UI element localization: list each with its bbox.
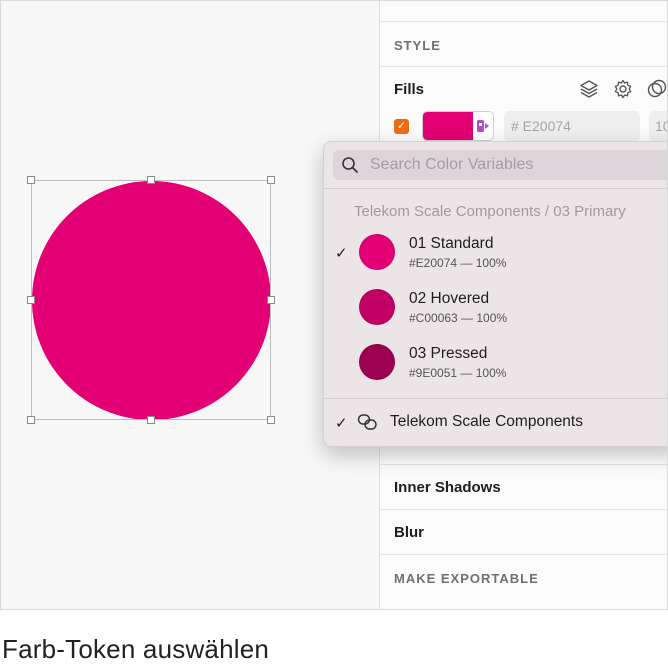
color-variable-icon	[477, 120, 489, 132]
color-swatch	[359, 234, 395, 270]
resize-handle-bottom[interactable]	[147, 416, 155, 424]
link-icon	[357, 414, 377, 430]
blur-title: Blur	[394, 524, 424, 541]
blend-mode-icon[interactable]	[646, 78, 668, 100]
resize-handle-bottom-right[interactable]	[267, 416, 275, 424]
color-swatch	[359, 344, 395, 380]
fills-title: Fills	[394, 81, 425, 98]
variable-meta: #C00063 — 100%	[409, 311, 508, 325]
divider	[380, 509, 667, 510]
divider	[380, 464, 667, 465]
make-exportable-title: MAKE EXPORTABLE	[394, 571, 539, 586]
divider	[324, 188, 667, 189]
fill-color-button[interactable]	[422, 111, 494, 141]
divider	[324, 398, 667, 399]
divider	[380, 21, 667, 22]
variable-name: 02 Hovered	[409, 290, 490, 307]
resize-handle-left[interactable]	[27, 296, 35, 304]
variable-name: 01 Standard	[409, 235, 494, 252]
variable-meta: #E20074 — 100%	[409, 256, 507, 270]
checkmark-icon: ✓	[335, 245, 348, 262]
gear-icon[interactable]	[612, 78, 634, 100]
screenshot-frame: STYLE Fills ✓ # E20074 10 Shadows	[0, 0, 668, 610]
library-item[interactable]: ✓ Telekom Scale Components	[324, 408, 667, 438]
fill-enabled-checkbox[interactable]: ✓	[394, 119, 409, 134]
library-name: Telekom Scale Components	[390, 413, 583, 430]
divider	[380, 554, 667, 555]
color-variable-item[interactable]: 02 Hovered #C00063 — 100%	[324, 281, 667, 333]
inner-shadows-title: Inner Shadows	[394, 479, 501, 496]
fill-hex-field[interactable]: # E20074	[504, 111, 640, 141]
color-variables-popover: Telekom Scale Components / 03 Primary ✓ …	[323, 141, 667, 447]
search-field[interactable]	[333, 150, 667, 180]
search-icon	[342, 157, 358, 173]
color-variable-item[interactable]: ✓ 01 Standard #E20074 — 100%	[324, 226, 667, 278]
variable-name: 03 Pressed	[409, 345, 488, 362]
style-section-title: STYLE	[394, 38, 441, 53]
color-variable-item[interactable]: 03 Pressed #9E0051 — 100%	[324, 336, 667, 388]
resize-handle-bottom-left[interactable]	[27, 416, 35, 424]
checkmark-icon: ✓	[335, 415, 348, 432]
selection-box	[31, 180, 271, 420]
resize-handle-top-right[interactable]	[267, 176, 275, 184]
resize-handle-right[interactable]	[267, 296, 275, 304]
color-swatch	[359, 289, 395, 325]
resize-handle-top[interactable]	[147, 176, 155, 184]
layers-icon[interactable]	[578, 78, 600, 100]
divider	[380, 66, 667, 67]
fill-opacity-field[interactable]: 10	[649, 111, 667, 141]
caption: Farb-Token auswählen	[2, 634, 270, 664]
resize-handle-top-left[interactable]	[27, 176, 35, 184]
variable-meta: #9E0051 — 100%	[409, 366, 507, 380]
search-input[interactable]	[370, 150, 660, 180]
fill-color-swatch	[423, 112, 473, 140]
group-label: Telekom Scale Components / 03 Primary	[354, 203, 626, 220]
